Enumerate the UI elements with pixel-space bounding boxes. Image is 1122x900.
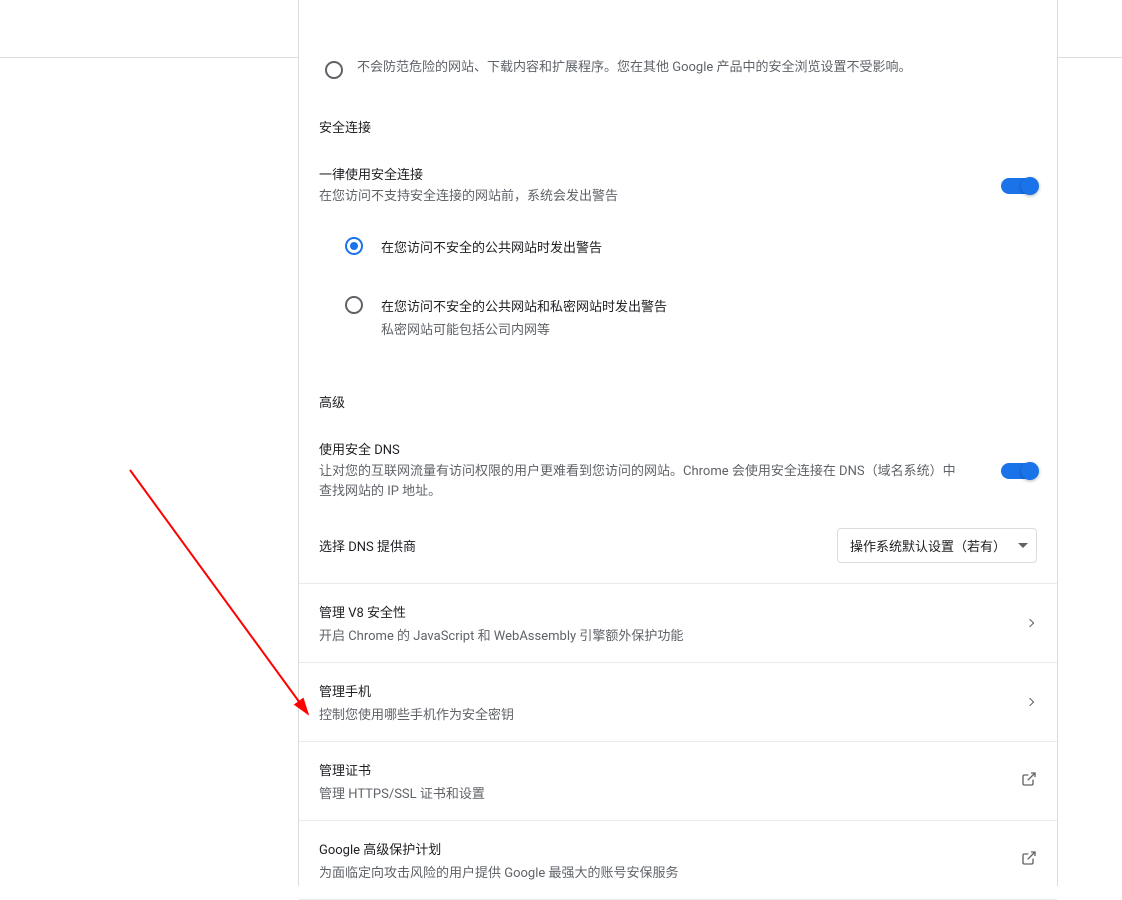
no-protection-radio-row[interactable]: 不会防范危险的网站、下载内容和扩展程序。您在其他 Google 产品中的安全浏览…: [299, 58, 1057, 79]
external-link-icon: [1021, 850, 1037, 870]
advanced-heading: 高级: [319, 392, 1037, 411]
secure-dns-label: 使用安全 DNS: [319, 439, 959, 458]
secure-connections-heading: 安全连接: [319, 117, 1037, 136]
chevron-right-icon: [1026, 619, 1034, 627]
always-https-toggle[interactable]: [1001, 178, 1037, 194]
dns-provider-dropdown[interactable]: 操作系统默认设置（若有）: [837, 528, 1037, 563]
warn-public-radio-row[interactable]: 在您访问不安全的公共网站时发出警告: [345, 229, 1037, 264]
chevron-right-icon: [1026, 698, 1034, 706]
manage-certificates-desc: 管理 HTTPS/SSL 证书和设置: [319, 783, 485, 802]
warn-all-label: 在您访问不安全的公共网站和私密网站时发出警告: [381, 296, 667, 315]
radio-selected-icon: [345, 237, 363, 255]
manage-v8-row[interactable]: 管理 V8 安全性 开启 Chrome 的 JavaScript 和 WebAs…: [299, 584, 1057, 662]
radio-icon: [345, 296, 363, 314]
always-https-label: 一律使用安全连接: [319, 164, 618, 183]
manage-phones-row[interactable]: 管理手机 控制您使用哪些手机作为安全密钥: [299, 663, 1057, 741]
radio-icon: [325, 61, 343, 79]
advanced-protection-row[interactable]: Google 高级保护计划 为面临定向攻击风险的用户提供 Google 最强大的…: [299, 821, 1057, 899]
manage-phones-label: 管理手机: [319, 681, 514, 700]
advanced-protection-desc: 为面临定向攻击风险的用户提供 Google 最强大的账号安保服务: [319, 862, 679, 881]
always-https-desc: 在您访问不支持安全连接的网站前，系统会发出警告: [319, 187, 618, 207]
secure-dns-row: 使用安全 DNS 让对您的互联网流量有访问权限的用户更难看到您访问的网站。Chr…: [319, 439, 1037, 502]
warn-all-radio-row[interactable]: 在您访问不安全的公共网站和私密网站时发出警告 私密网站可能包括公司内网等: [345, 288, 1037, 346]
always-https-row: 一律使用安全连接 在您访问不支持安全连接的网站前，系统会发出警告: [319, 164, 1037, 207]
dns-provider-selected: 操作系统默认设置（若有）: [850, 536, 1006, 555]
manage-certificates-label: 管理证书: [319, 760, 485, 779]
chevron-down-icon: [1018, 541, 1028, 551]
dns-provider-label: 选择 DNS 提供商: [319, 536, 416, 555]
advanced-protection-label: Google 高级保护计划: [319, 839, 679, 858]
secure-dns-toggle[interactable]: [1001, 463, 1037, 479]
manage-certificates-row[interactable]: 管理证书 管理 HTTPS/SSL 证书和设置: [299, 742, 1057, 820]
annotation-arrow: [120, 460, 320, 730]
no-protection-desc: 不会防范危险的网站、下载内容和扩展程序。您在其他 Google 产品中的安全浏览…: [357, 58, 912, 78]
manage-v8-label: 管理 V8 安全性: [319, 602, 683, 621]
manage-phones-desc: 控制您使用哪些手机作为安全密钥: [319, 704, 514, 723]
external-link-icon: [1021, 771, 1037, 791]
secure-dns-desc: 让对您的互联网流量有访问权限的用户更难看到您访问的网站。Chrome 会使用安全…: [319, 462, 959, 502]
warn-public-label: 在您访问不安全的公共网站时发出警告: [381, 237, 602, 256]
warn-all-desc: 私密网站可能包括公司内网等: [381, 319, 667, 338]
manage-v8-desc: 开启 Chrome 的 JavaScript 和 WebAssembly 引擎额…: [319, 625, 683, 644]
settings-card: 不会防范危险的网站、下载内容和扩展程序。您在其他 Google 产品中的安全浏览…: [298, 0, 1058, 886]
